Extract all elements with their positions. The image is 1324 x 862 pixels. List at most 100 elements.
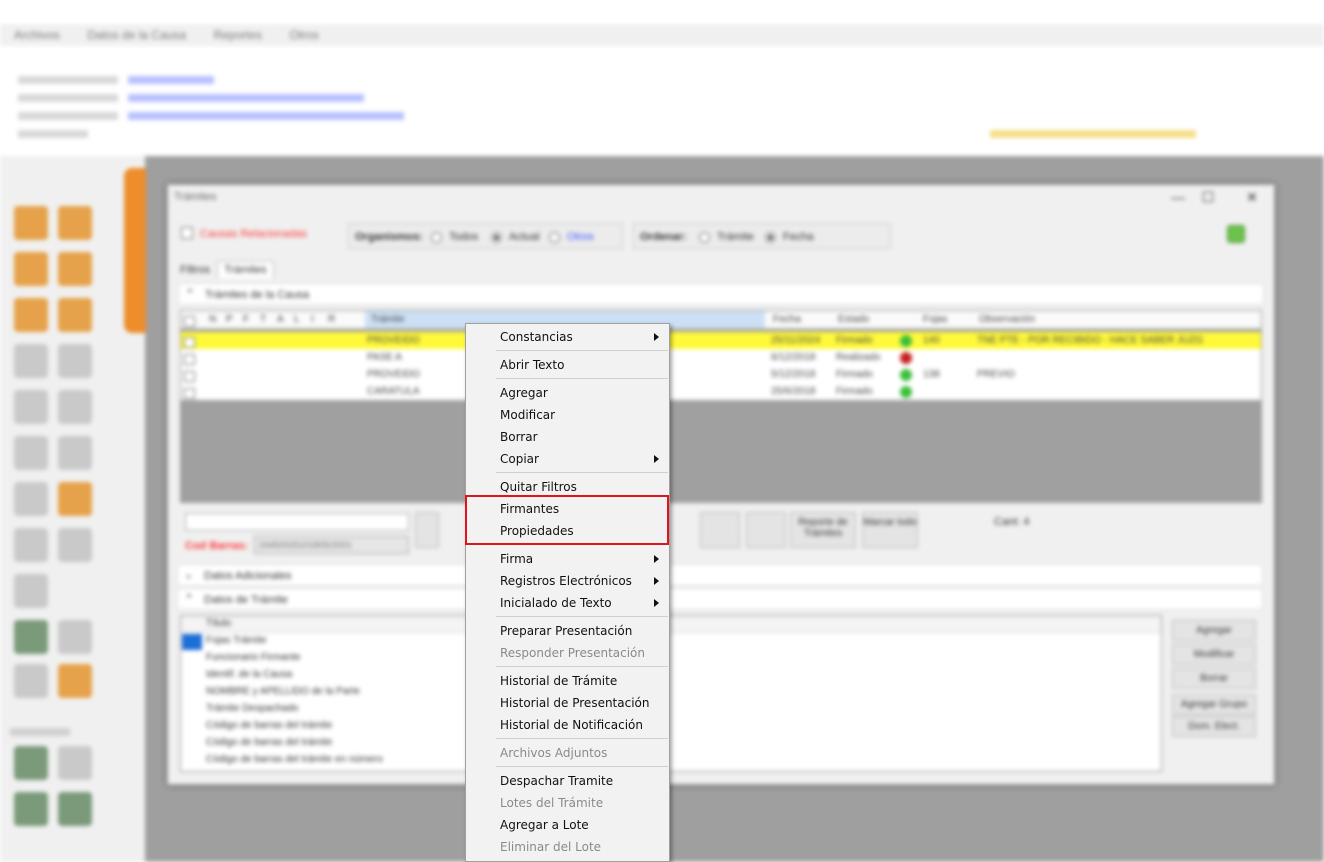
tool-icon[interactable] [58,252,92,286]
minimize-icon[interactable]: — [1170,189,1186,205]
tool-icon[interactable] [58,298,92,332]
col-p[interactable]: P [226,314,233,325]
agregar-button[interactable]: Agregar [1172,620,1256,641]
table-row[interactable]: PROVEIDO 25/11/2024 Firmado 140 TNE PTE … [181,332,1261,349]
tool-icon[interactable] [14,746,48,780]
tool-icon[interactable] [14,298,48,332]
causas-relacionadas-checkbox[interactable] [181,227,193,242]
col-f[interactable]: F [243,314,249,325]
menu-datos-causa[interactable]: Datos de la Causa [73,24,186,42]
menu-item-historial-de-notificacion[interactable]: Historial de Notificación [466,714,669,736]
menu-item-agregar-a-lote[interactable]: Agregar a Lote [466,814,669,836]
tool-icon[interactable] [58,792,92,826]
borrar-button[interactable]: Borrar [1172,668,1256,689]
tool-icon[interactable] [14,390,48,424]
search-input[interactable] [185,513,409,531]
col-observacion[interactable]: Observación [979,314,1035,325]
menu-item-copiar[interactable]: Copiar [466,448,669,470]
menu-item-abrir-texto[interactable]: Abrir Texto [466,354,669,376]
col-fojas[interactable]: Fojas [923,314,947,325]
radio-tramite[interactable] [699,232,710,243]
col-t[interactable]: T [260,314,266,325]
col-a[interactable]: A [277,314,284,325]
tool-icon[interactable] [14,206,48,240]
tool-icon[interactable] [58,528,92,562]
tool-icon[interactable] [14,792,48,826]
list-item[interactable]: Identif. de la Causa [181,667,1161,684]
col-fecha[interactable]: Fecha [773,314,801,325]
marcar-todo-button[interactable]: Marcar todo [862,512,918,548]
section-tramites-causa[interactable]: ⌃ Trámites de la Causa [178,283,1264,305]
menu-item-modificar[interactable]: Modificar [466,404,669,426]
list-item[interactable]: Código de barras del trámite en número [181,752,1161,769]
menu-item-despachar-tramite[interactable]: Despachar Tramite [466,770,669,792]
tool-icon[interactable] [14,574,48,608]
refresh-icon[interactable] [1227,225,1245,243]
datos-tramite-list: Título Fojas Trámite Funcionario Firmant… [180,615,1162,772]
radio-otros[interactable] [549,232,560,243]
agregar-grupo-button[interactable]: Agregar Grupo [1172,694,1256,715]
cod-barras-field[interactable]: 24450025101805/2001 [254,536,409,554]
tool-icon[interactable] [14,528,48,562]
attach-icon[interactable] [746,512,786,548]
list-item[interactable]: Código de barras del trámite [181,735,1161,752]
list-header[interactable]: Título [181,616,1161,633]
close-icon[interactable]: ✕ [1244,189,1260,205]
tool-icon[interactable] [58,664,92,698]
tool-icon[interactable] [14,436,48,470]
tool-icon[interactable] [58,344,92,378]
tool-icon[interactable] [58,746,92,780]
tool-icon[interactable] [58,482,92,516]
search-icon[interactable] [415,512,439,548]
table-row[interactable]: CARATULA 25/6/2018 Firmado [181,383,1261,400]
list-item[interactable]: NOMBRE y APELLIDO de la Parte [181,684,1161,701]
table-row[interactable]: PROVEIDO 5/12/2018 Firmado 138 PREVIO [181,366,1261,383]
list-item[interactable]: Código de barras del trámite [181,718,1161,735]
reporte-tramites-button[interactable]: Reporte de Trámites [790,512,856,548]
col-n[interactable]: N [209,314,216,325]
menu-item-inicialado-de-texto[interactable]: Inicialado de Texto [466,592,669,614]
table-row[interactable]: PASE A 6/12/2018 Realizado [181,349,1261,366]
radio-todos[interactable] [431,232,442,243]
menu-item-registros-electronicos[interactable]: Registros Electrónicos [466,570,669,592]
menu-archivos[interactable]: Archivos [0,24,60,42]
maximize-icon[interactable]: ☐ [1200,189,1216,205]
tool-icon[interactable] [14,620,48,654]
tool-icon[interactable] [14,482,48,516]
section-datos-adicionales[interactable]: ⌄ Datos Adicionales [177,564,1263,586]
menu-item-firma[interactable]: Firma [466,548,669,570]
status-ok-icon [900,369,912,381]
tool-icon[interactable] [14,252,48,286]
tool-icon[interactable] [14,344,48,378]
col-estado[interactable]: Estado [838,314,869,325]
list-selection-marker [182,634,202,650]
tab-filtros[interactable]: Filtros [176,262,214,278]
tool-icon[interactable] [58,436,92,470]
menu-item-agregar[interactable]: Agregar [466,382,669,404]
vertical-side-tab[interactable] [124,168,146,333]
tool-icon[interactable] [58,206,92,240]
tab-tramites[interactable]: Trámites [217,261,274,278]
menu-item-constancias[interactable]: Constancias [466,326,669,348]
radio-actual[interactable] [491,232,502,243]
radio-fecha[interactable] [765,232,776,243]
menu-reportes[interactable]: Reportes [199,24,262,42]
tool-icon[interactable] [58,390,92,424]
list-item[interactable]: Funcionario Firmante [181,650,1161,667]
col-r[interactable]: R [328,314,335,325]
menu-item-preparar-presentacion[interactable]: Preparar Presentación [466,620,669,642]
menu-item-borrar[interactable]: Borrar [466,426,669,448]
section-datos-tramite[interactable]: ⌃ Datos de Trámite [177,588,1263,610]
list-item[interactable]: Trámite Despachado [181,701,1161,718]
tool-icon[interactable] [700,512,740,548]
col-l[interactable]: L [294,314,300,325]
col-i[interactable]: I [311,314,314,325]
tool-icon[interactable] [58,620,92,654]
menu-item-historial-de-tramite[interactable]: Historial de Trámite [466,670,669,692]
modificar-button[interactable]: Modificar [1172,644,1256,665]
tool-icon[interactable] [14,664,48,698]
list-item[interactable]: Fojas Trámite [181,633,1161,650]
dom-elect-button[interactable]: Dom. Elect. [1172,716,1256,737]
menu-otros[interactable]: Otros [275,24,318,42]
menu-item-historial-de-presentacion[interactable]: Historial de Presentación [466,692,669,714]
